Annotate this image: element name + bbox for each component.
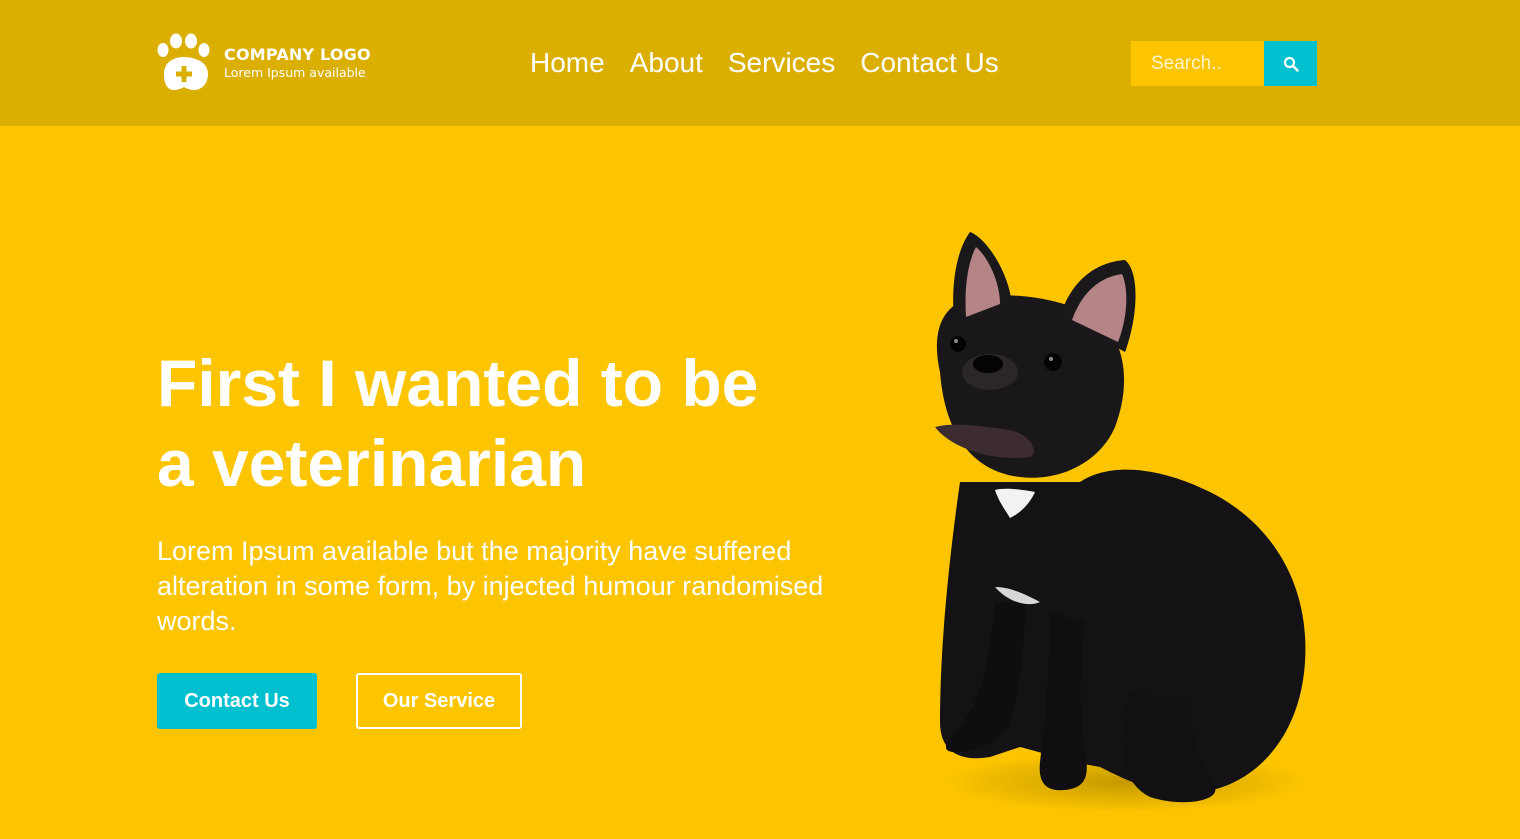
logo-subtitle: Lorem Ipsum available <box>224 65 366 80</box>
nav-link-services[interactable]: Services <box>728 44 835 82</box>
contact-us-button[interactable]: Contact Us <box>157 673 317 729</box>
company-logo[interactable]: COMPANY LOGO Lorem Ipsum available <box>156 33 371 93</box>
nav-link-home[interactable]: Home <box>530 44 605 82</box>
search-bar <box>1131 41 1317 86</box>
hero-title-line-1: First I wanted to be <box>157 346 759 420</box>
search-icon <box>1283 56 1299 72</box>
logo-text: COMPANY LOGO Lorem Ipsum available <box>224 45 371 81</box>
main-nav: Home About Services Contact Us <box>530 44 999 82</box>
hero-description: Lorem Ipsum available but the majority h… <box>157 536 824 636</box>
hero-title: First I wanted to be a veterinarian <box>157 343 877 503</box>
french-bulldog-image <box>935 232 1306 812</box>
search-input[interactable] <box>1131 41 1264 86</box>
hero-title-line-2: a veterinarian <box>157 426 587 500</box>
our-service-button[interactable]: Our Service <box>356 673 522 729</box>
site-header: COMPANY LOGO Lorem Ipsum available Home … <box>0 0 1520 126</box>
paw-plus-icon <box>157 33 210 91</box>
search-button[interactable] <box>1264 41 1317 86</box>
nav-link-contact-us[interactable]: Contact Us <box>860 44 999 82</box>
logo-title: COMPANY LOGO <box>224 45 371 64</box>
nav-link-about[interactable]: About <box>630 44 703 82</box>
